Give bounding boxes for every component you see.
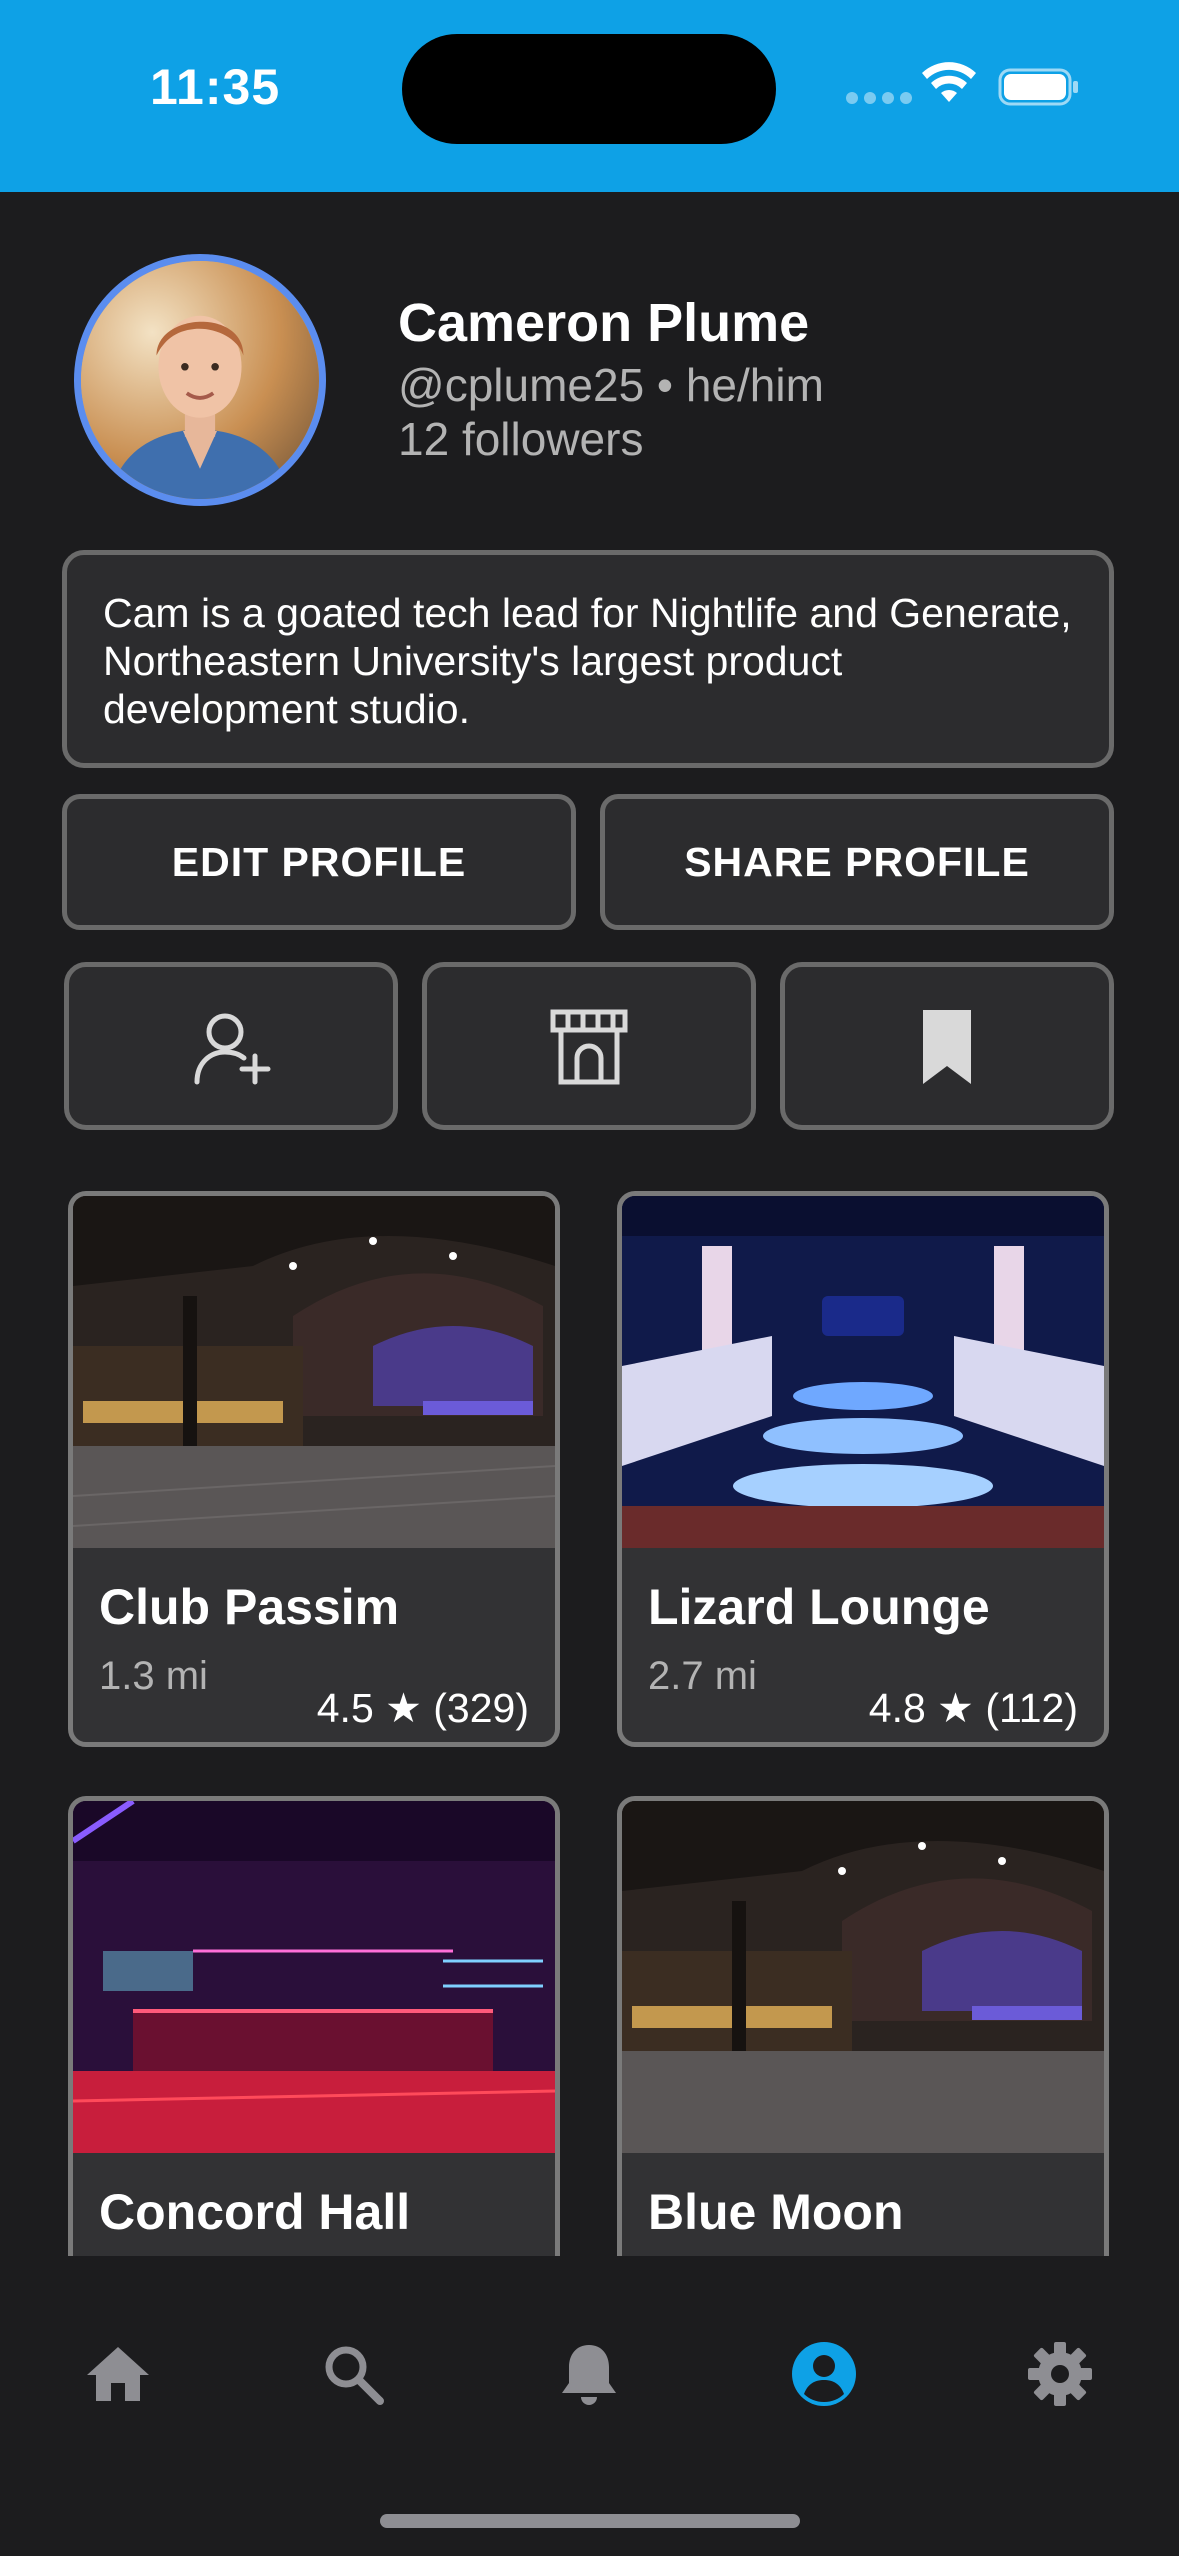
venue-image (622, 1196, 1104, 1548)
venue-name: Blue Moon (648, 2184, 904, 2240)
tab-home[interactable] (80, 2336, 156, 2412)
status-time: 11:35 (150, 59, 281, 115)
bio-box: Cam is a goated tech lead for Nightlife … (62, 550, 1114, 768)
tab-settings[interactable] (1022, 2336, 1098, 2412)
venue-image (622, 1801, 1104, 2153)
venue-distance: 1.3 mi (99, 1654, 208, 1698)
avatar-photo (81, 261, 319, 499)
status-bar: 11:35 (0, 0, 1179, 192)
wifi-icon (922, 62, 976, 102)
avatar[interactable] (74, 254, 326, 506)
add-friend-button[interactable] (64, 962, 398, 1130)
dynamic-island (402, 34, 776, 144)
venue-card[interactable]: Blue Moon (617, 1796, 1109, 2256)
battery-icon (998, 68, 1078, 106)
venue-image (73, 1196, 555, 1548)
venue-rating: 4.5 ★ (329) (316, 1685, 529, 1731)
venue-storefront-icon (550, 1009, 628, 1085)
saved-button[interactable] (780, 962, 1114, 1130)
bio-text: Cam is a goated tech lead for Nightlife … (103, 590, 1072, 732)
share-profile-button[interactable]: SHARE PROFILE (600, 794, 1114, 930)
settings-icon (1028, 2342, 1092, 2406)
tab-notifications[interactable] (551, 2336, 627, 2412)
bell-icon (562, 2345, 616, 2405)
cellular-signal-icon (846, 92, 912, 104)
venues-button[interactable] (422, 962, 756, 1130)
profile-name: Cameron Plume (398, 293, 810, 353)
venue-distance: 2.7 mi (648, 1654, 757, 1698)
tab-search[interactable] (315, 2336, 391, 2412)
tab-profile[interactable] (786, 2336, 862, 2412)
home-indicator[interactable] (380, 2514, 800, 2528)
venue-card[interactable]: Lizard Lounge 2.7 mi 4.8 ★ (112) (617, 1191, 1109, 1747)
profile-handle: @cplume25 • he/him (398, 359, 824, 411)
bookmark-icon (923, 1010, 971, 1084)
venue-card[interactable]: Club Passim 1.3 mi 4.5 ★ (329) (68, 1191, 560, 1747)
home-icon (87, 2347, 149, 2401)
search-icon (325, 2346, 384, 2405)
edit-profile-button[interactable]: EDIT PROFILE (62, 794, 576, 930)
add-friend-icon (194, 1013, 271, 1085)
venue-name: Lizard Lounge (648, 1579, 990, 1635)
venue-card[interactable]: Concord Hall (68, 1796, 560, 2256)
followers-count[interactable]: 12 followers (398, 412, 643, 466)
venue-image (73, 1801, 555, 2153)
venue-grid: Club Passim 1.3 mi 4.5 ★ (329) Lizard Lo… (0, 1180, 1179, 2256)
venue-rating: 4.8 ★ (112) (868, 1685, 1078, 1731)
venue-name: Club Passim (99, 1579, 400, 1635)
venue-name: Concord Hall (99, 2184, 411, 2240)
profile-icon (792, 2342, 856, 2406)
